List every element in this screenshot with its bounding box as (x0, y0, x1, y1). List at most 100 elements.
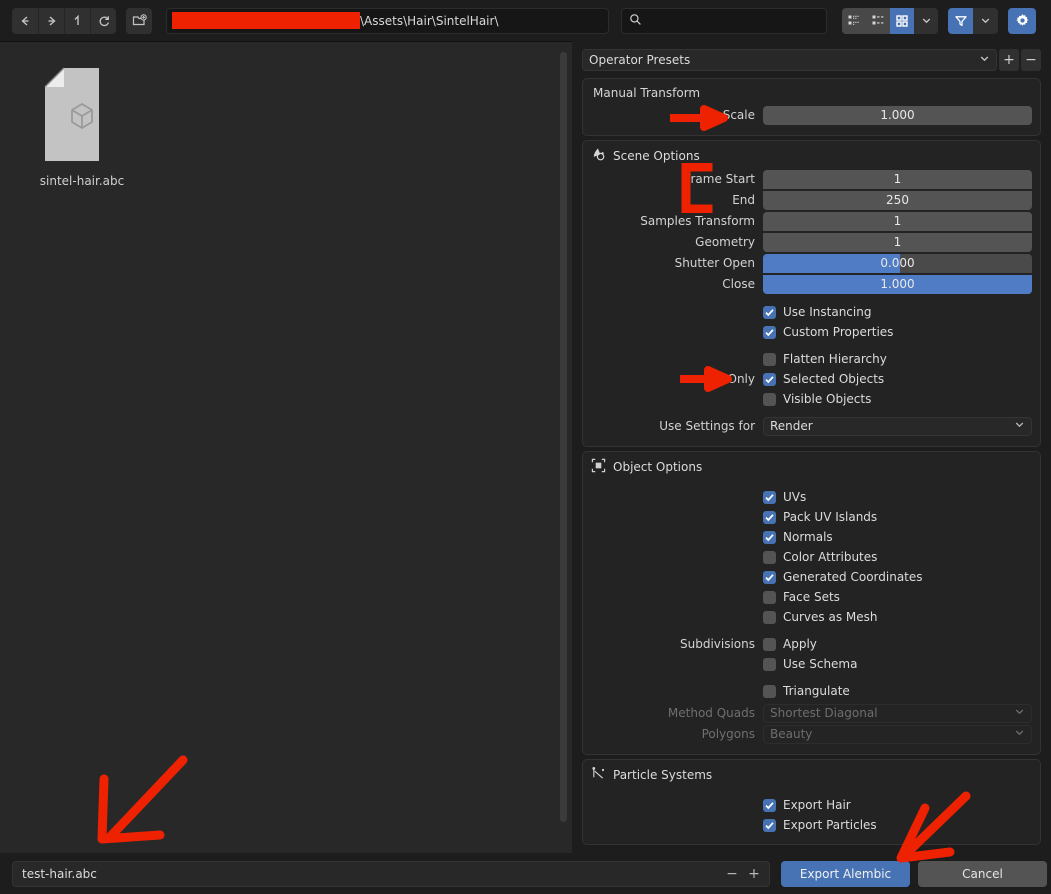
curves-as-mesh-row[interactable]: Curves as Mesh (591, 607, 1032, 627)
operator-presets-dropdown[interactable]: Operator Presets (582, 49, 997, 71)
scale-row: Scale 1.000 (591, 105, 1032, 125)
polygons-row: Polygons Beauty (591, 724, 1032, 744)
shutter-close-slider[interactable]: 1.000 (763, 274, 1032, 294)
cancel-button[interactable]: Cancel (918, 860, 1047, 887)
subdivisions-apply-checkbox[interactable] (763, 637, 776, 651)
thumbnail-view-icon[interactable] (890, 7, 914, 34)
generated-coordinates-checkbox[interactable] (763, 570, 776, 584)
face-sets-row[interactable]: Face Sets (591, 587, 1032, 607)
shutter-open-label: Shutter Open (674, 256, 755, 270)
particle-systems-title: Particle Systems (613, 768, 713, 782)
shutter-close-row: Close 1.000 (591, 274, 1032, 294)
refresh-icon[interactable] (90, 7, 116, 34)
uvs-row[interactable]: UVs (591, 487, 1032, 507)
back-icon[interactable] (12, 7, 38, 34)
normals-checkbox[interactable] (763, 530, 776, 544)
view-mode-group (842, 7, 938, 34)
custom-properties-checkbox[interactable] (763, 325, 776, 339)
forward-icon[interactable] (38, 7, 64, 34)
add-preset-button[interactable]: + (999, 49, 1019, 71)
export-hair-checkbox[interactable] (763, 798, 776, 812)
triangulate-row[interactable]: Triangulate (591, 681, 1032, 701)
search-field[interactable] (621, 7, 827, 34)
browser-scrollbar[interactable] (560, 52, 567, 822)
decrement-button[interactable]: − (721, 866, 743, 882)
filter-chevron-down-icon[interactable] (973, 7, 998, 34)
select-box-icon (591, 458, 606, 476)
use-instancing-row[interactable]: Use Instancing (591, 302, 1032, 322)
path-input[interactable]: \Assets\Hair\SintelHair\ (166, 7, 609, 34)
use-instancing-label: Use Instancing (783, 305, 872, 319)
use-schema-label: Use Schema (783, 657, 858, 671)
samples-transform-input[interactable]: 1 (763, 211, 1032, 231)
view-options-chevron-down-icon[interactable] (914, 7, 938, 34)
increment-button[interactable]: + (743, 866, 765, 882)
filter-group (948, 7, 998, 34)
curves-as-mesh-label: Curves as Mesh (783, 610, 878, 624)
generated-coordinates-row[interactable]: Generated Coordinates (591, 567, 1032, 587)
flatten-hierarchy-row[interactable]: Flatten Hierarchy (591, 349, 1032, 369)
remove-preset-button[interactable]: − (1021, 49, 1041, 71)
custom-properties-row[interactable]: Custom Properties (591, 322, 1032, 342)
samples-geometry-row: Geometry 1 (591, 232, 1032, 252)
shutter-open-slider[interactable]: 0.000 (763, 253, 1032, 273)
flatten-hierarchy-checkbox[interactable] (763, 352, 776, 366)
new-folder-icon[interactable] (126, 7, 152, 34)
scale-input[interactable]: 1.000 (763, 105, 1032, 125)
filename-field[interactable]: − + (12, 860, 770, 887)
export-alembic-button[interactable]: Export Alembic (781, 860, 910, 887)
alembic-file-icon (44, 67, 120, 165)
use-schema-row[interactable]: Use Schema (591, 654, 1032, 674)
search-input[interactable] (647, 13, 817, 28)
pack-uv-islands-label: Pack UV Islands (783, 510, 878, 524)
filename-input[interactable] (22, 866, 721, 881)
navigation-button-group (12, 7, 116, 34)
detail-view-icon[interactable] (866, 7, 890, 34)
uvs-checkbox[interactable] (763, 490, 776, 504)
export-particles-checkbox[interactable] (763, 818, 776, 832)
frame-end-input[interactable]: 250 (763, 190, 1032, 210)
normals-label: Normals (783, 530, 833, 544)
chevron-down-icon (1014, 706, 1025, 720)
gear-icon[interactable] (1008, 7, 1036, 34)
selected-objects-row[interactable]: Only Selected Objects (591, 369, 1032, 389)
curves-as-mesh-checkbox[interactable] (763, 610, 776, 624)
samples-geometry-input[interactable]: 1 (763, 232, 1032, 252)
use-schema-checkbox[interactable] (763, 657, 776, 671)
scene-physics-icon (591, 147, 606, 165)
export-hair-row[interactable]: Export Hair (591, 795, 1032, 815)
shutter-close-value: 1.000 (880, 277, 915, 291)
search-icon (629, 13, 642, 29)
triangulate-checkbox[interactable] (763, 684, 776, 698)
frame-start-input[interactable]: 1 (763, 169, 1032, 189)
list-view-icon[interactable] (842, 7, 866, 34)
scene-options-title: Scene Options (613, 149, 700, 163)
file-browser-area[interactable]: sintel-hair.abc (0, 41, 572, 853)
export-properties-panel: Operator Presets + − Manual Transform Sc… (578, 46, 1046, 852)
normals-row[interactable]: Normals (591, 527, 1032, 547)
arrow-up-icon[interactable] (64, 7, 90, 34)
uvs-label: UVs (783, 490, 807, 504)
visible-objects-checkbox[interactable] (763, 392, 776, 406)
face-sets-checkbox[interactable] (763, 590, 776, 604)
export-particles-row[interactable]: Export Particles (591, 815, 1032, 835)
object-options-header: Object Options (591, 458, 1032, 476)
use-settings-for-dropdown[interactable]: Render (763, 416, 1032, 436)
color-attributes-checkbox[interactable] (763, 550, 776, 564)
redacted-path-block (172, 12, 360, 29)
path-text: \Assets\Hair\SintelHair\ (360, 13, 499, 28)
use-instancing-checkbox[interactable] (763, 305, 776, 319)
pack-uv-islands-checkbox[interactable] (763, 510, 776, 524)
pack-uv-islands-row[interactable]: Pack UV Islands (591, 507, 1032, 527)
scene-options-header: Scene Options (591, 147, 1032, 165)
method-quads-row: Method Quads Shortest Diagonal (591, 703, 1032, 723)
file-browser-toolbar: \Assets\Hair\SintelHair\ (0, 0, 1051, 41)
filter-icon[interactable] (948, 7, 973, 34)
subdivisions-apply-row[interactable]: Subdivisions Apply (591, 634, 1032, 654)
selected-objects-checkbox[interactable] (763, 372, 776, 386)
visible-objects-row[interactable]: Visible Objects (591, 389, 1032, 409)
export-hair-label: Export Hair (783, 798, 851, 812)
file-item[interactable]: sintel-hair.abc (36, 67, 128, 188)
color-attributes-row[interactable]: Color Attributes (591, 547, 1032, 567)
custom-properties-label: Custom Properties (783, 325, 894, 339)
